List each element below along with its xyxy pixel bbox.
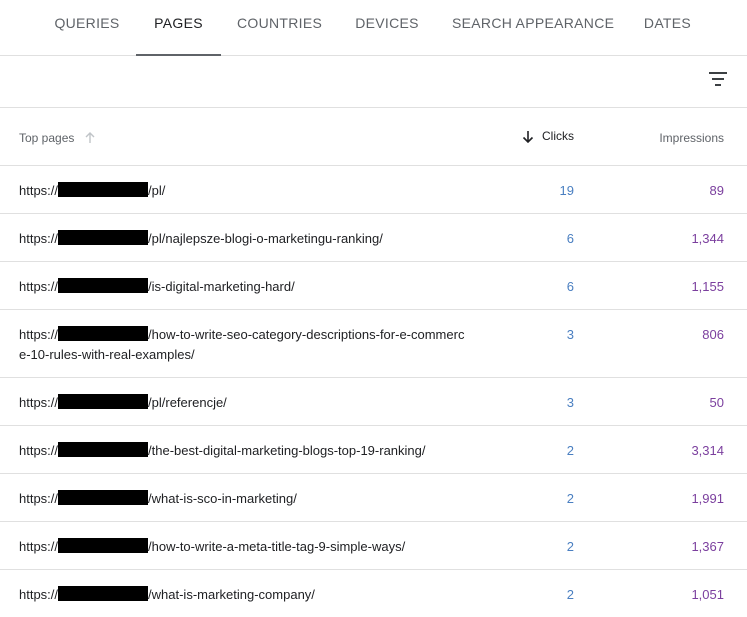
table-header: Top pages Clicks Impressions [0,108,747,166]
page-url[interactable]: https:// /what-is-sco-in-marketing/ [19,489,469,509]
url-prefix: https:// [19,539,59,554]
column-header-clicks[interactable]: Clicks [522,129,574,143]
tab-pages[interactable]: PAGES [136,0,221,56]
url-path: /pl/najlepsze-blogi-o-marketingu-ranking… [148,231,383,246]
redacted-domain [58,394,149,409]
table-row[interactable]: https:// /pl/ 19 89 [0,166,747,214]
tab-countries[interactable]: COUNTRIES [237,0,322,56]
sort-arrow-up-icon [85,132,95,143]
page-url[interactable]: https:///how-to-write-seo-category-descr… [19,325,469,365]
clicks-value: 6 [566,279,574,294]
top-pages-label: Top pages [19,131,75,145]
impressions-value: 1,991 [691,491,724,506]
url-path: /what-is-sco-in-marketing/ [148,491,297,506]
table-row[interactable]: https:// /pl/referencje/ 3 50 [0,378,747,426]
report-tabs: QUERIES PAGES COUNTRIES DEVICES SEARCH A… [0,0,747,56]
clicks-value: 2 [566,491,574,506]
url-prefix: https:// [19,395,59,410]
url-prefix: https:// [19,231,59,246]
tab-queries[interactable]: QUERIES [52,0,122,56]
table-row[interactable]: https:// /what-is-sco-in-marketing/ 2 1,9… [0,474,747,522]
clicks-label: Clicks [542,129,574,143]
clicks-value: 2 [566,539,574,554]
tab-dates[interactable]: DATES [640,0,695,56]
table-row[interactable]: https:// /what-is-marketing-company/ 2 1,… [0,570,747,617]
table-row[interactable]: https:// /pl/najlepsze-blogi-o-marketingu… [0,214,747,262]
url-prefix: https:// [19,443,59,458]
page-url[interactable]: https:// /what-is-marketing-company/ [19,585,469,605]
tab-search-appearance[interactable]: SEARCH APPEARANCE [452,0,614,56]
column-header-top-pages[interactable]: Top pages [19,131,96,145]
clicks-value: 3 [566,395,574,410]
impressions-value: 1,051 [691,587,724,602]
page-url[interactable]: https:// /pl/referencje/ [19,393,469,413]
url-prefix: https:// [19,587,59,602]
url-path: /what-is-marketing-company/ [148,587,315,602]
redacted-domain [58,538,149,553]
table-row[interactable]: https:///how-to-write-seo-category-descr… [0,310,747,378]
table-row[interactable]: https:// /how-to-write-a-meta-title-tag-9… [0,522,747,570]
redacted-domain [58,586,149,601]
url-path: /is-digital-marketing-hard/ [148,279,295,294]
url-path: /pl/referencje/ [148,395,227,410]
url-prefix: https:// [19,491,59,506]
clicks-value: 2 [566,443,574,458]
url-prefix: https:// [19,327,59,342]
page-url[interactable]: https:// /pl/najlepsze-blogi-o-marketingu… [19,229,469,249]
url-path: /the-best-digital-marketing-blogs-top-19… [148,443,426,458]
redacted-domain [58,442,149,457]
page-url[interactable]: https:// /the-best-digital-marketing-blog… [19,441,469,461]
redacted-domain [58,230,149,245]
table-row[interactable]: https:// /is-digital-marketing-hard/ 6 1,… [0,262,747,310]
impressions-value: 1,155 [691,279,724,294]
tab-devices[interactable]: DEVICES [352,0,422,56]
url-path: /how-to-write-a-meta-title-tag-9-simple-… [148,539,406,554]
clicks-value: 3 [566,327,574,342]
url-path: /pl/ [148,183,166,198]
impressions-value: 89 [709,183,724,198]
impressions-value: 50 [709,395,724,410]
filter-icon[interactable] [709,72,727,86]
clicks-value: 6 [566,231,574,246]
sort-arrow-down-icon [522,130,534,143]
page-url[interactable]: https:// /is-digital-marketing-hard/ [19,277,469,297]
filter-toolbar [0,56,747,108]
redacted-domain [58,490,149,505]
clicks-value: 19 [559,183,574,198]
impressions-value: 1,344 [691,231,724,246]
page-url[interactable]: https:// /how-to-write-a-meta-title-tag-9… [19,537,469,557]
redacted-domain [58,278,149,293]
table-row[interactable]: https:// /the-best-digital-marketing-blog… [0,426,747,474]
impressions-value: 1,367 [691,539,724,554]
clicks-value: 2 [566,587,574,602]
redacted-domain [58,182,149,197]
redacted-domain [58,326,149,341]
url-prefix: https:// [19,183,59,198]
impressions-value: 806 [702,327,724,342]
impressions-value: 3,314 [691,443,724,458]
page-url[interactable]: https:// /pl/ [19,181,469,201]
url-prefix: https:// [19,279,59,294]
column-header-impressions[interactable]: Impressions [659,131,724,145]
